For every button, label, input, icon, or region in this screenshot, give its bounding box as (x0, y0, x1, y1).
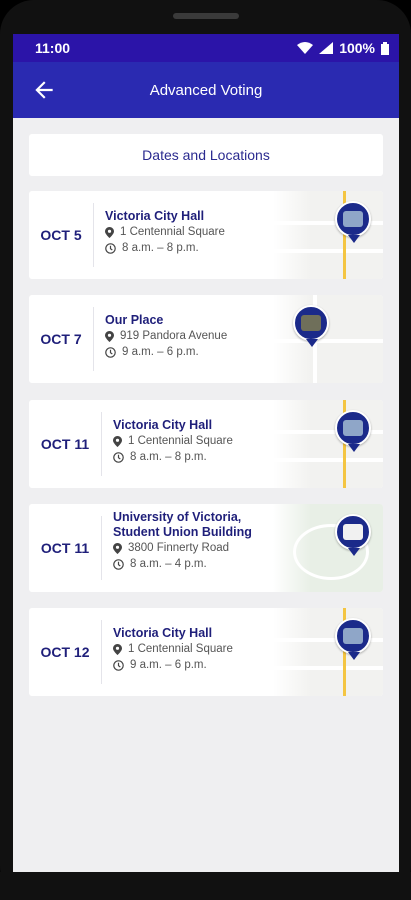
address-line: 1 Centennial Square (105, 224, 275, 240)
card-date: OCT 11 (40, 436, 90, 452)
location-card[interactable]: OCT 11 University of Victoria, Student U… (29, 504, 383, 592)
card-date: OCT 5 (40, 227, 82, 243)
hours-line: 9 a.m. – 6 p.m. (113, 657, 283, 673)
hours-text: 8 a.m. – 4 p.m. (130, 558, 207, 570)
location-pin-icon (113, 542, 122, 554)
speaker-grille (173, 13, 239, 19)
status-bar: 11:00 100% (13, 34, 399, 62)
app-bar: Advanced Voting (13, 62, 399, 118)
location-pin-icon (105, 330, 114, 342)
map-thumbnail (273, 504, 383, 592)
place-name: Our Place (105, 313, 164, 327)
place-name: University of Victoria, Student Union Bu… (113, 510, 252, 539)
card-date: OCT 12 (40, 644, 90, 660)
location-card[interactable]: OCT 12 Victoria City Hall 1 Centennial S… (29, 608, 383, 696)
location-pin-icon (113, 435, 122, 447)
clock-icon (113, 451, 124, 463)
location-card[interactable]: OCT 5 Victoria City Hall 1 Centennial Sq… (29, 191, 383, 279)
clock-icon (113, 659, 124, 671)
card-info: Victoria City Hall 1 Centennial Square 8… (113, 418, 283, 465)
location-card[interactable]: OCT 11 Victoria City Hall 1 Centennial S… (29, 400, 383, 488)
status-icons: 100% (297, 40, 389, 56)
hours-text: 8 a.m. – 8 p.m. (130, 451, 207, 463)
place-name: Victoria City Hall (105, 209, 205, 223)
card-info: Our Place 919 Pandora Avenue 9 a.m. – 6 … (105, 313, 275, 360)
phone-frame: 11:00 100% Advanced Voting Dates and Loc… (0, 0, 411, 900)
map-thumbnail (273, 608, 383, 696)
card-date: OCT 7 (40, 331, 82, 347)
address-text: 1 Centennial Square (128, 435, 233, 447)
card-info: Victoria City Hall 1 Centennial Square 9… (113, 626, 283, 673)
battery-icon (381, 41, 389, 55)
card-divider (93, 307, 94, 371)
hours-text: 9 a.m. – 6 p.m. (130, 659, 207, 671)
signal-icon (319, 42, 334, 54)
location-card[interactable]: OCT 7 Our Place 919 Pandora Avenue 9 a.m… (29, 295, 383, 383)
card-divider (101, 516, 102, 580)
location-pin-icon (105, 226, 114, 238)
place-name: Victoria City Hall (113, 626, 213, 640)
section-header: Dates and Locations (29, 134, 383, 176)
location-pin-icon (113, 643, 122, 655)
card-divider (101, 620, 102, 684)
address-text: 3800 Finnerty Road (128, 542, 230, 554)
city-hall-map-pin-icon (335, 410, 371, 452)
card-info: University of Victoria, Student Union Bu… (113, 510, 283, 572)
hours-text: 9 a.m. – 6 p.m. (122, 346, 199, 358)
clock-icon (105, 346, 116, 358)
address-line: 1 Centennial Square (113, 641, 283, 657)
address-text: 1 Centennial Square (120, 226, 225, 238)
map-thumbnail (273, 191, 383, 279)
address-text: 919 Pandora Avenue (120, 330, 228, 342)
wifi-icon (297, 42, 314, 54)
card-divider (93, 203, 94, 267)
status-time: 11:00 (35, 40, 71, 56)
hours-line: 8 a.m. – 4 p.m. (113, 556, 283, 572)
hours-line: 8 a.m. – 8 p.m. (105, 240, 275, 256)
clock-icon (105, 242, 116, 254)
our-place-map-pin-icon (293, 305, 329, 347)
screen: 11:00 100% Advanced Voting Dates and Loc… (13, 34, 399, 872)
place-name: Victoria City Hall (113, 418, 213, 432)
hours-text: 8 a.m. – 8 p.m. (122, 242, 199, 254)
hours-line: 9 a.m. – 6 p.m. (105, 344, 275, 360)
address-line: 3800 Finnerty Road (113, 540, 283, 556)
clock-icon (113, 558, 124, 570)
address-line: 1 Centennial Square (113, 433, 283, 449)
battery-percent: 100% (339, 40, 375, 56)
page-title: Advanced Voting (149, 82, 263, 99)
city-hall-map-pin-icon (335, 618, 371, 660)
card-date: OCT 11 (40, 540, 90, 556)
university-map-pin-icon (335, 514, 371, 556)
address-text: 1 Centennial Square (128, 643, 233, 655)
map-thumbnail (273, 295, 383, 383)
device-bottom-bezel (0, 872, 411, 900)
map-thumbnail (273, 400, 383, 488)
card-divider (101, 412, 102, 476)
section-title: Dates and Locations (142, 147, 270, 163)
card-info: Victoria City Hall 1 Centennial Square 8… (105, 209, 275, 256)
hours-line: 8 a.m. – 8 p.m. (113, 449, 283, 465)
city-hall-map-pin-icon (335, 201, 371, 243)
address-line: 919 Pandora Avenue (105, 328, 275, 344)
